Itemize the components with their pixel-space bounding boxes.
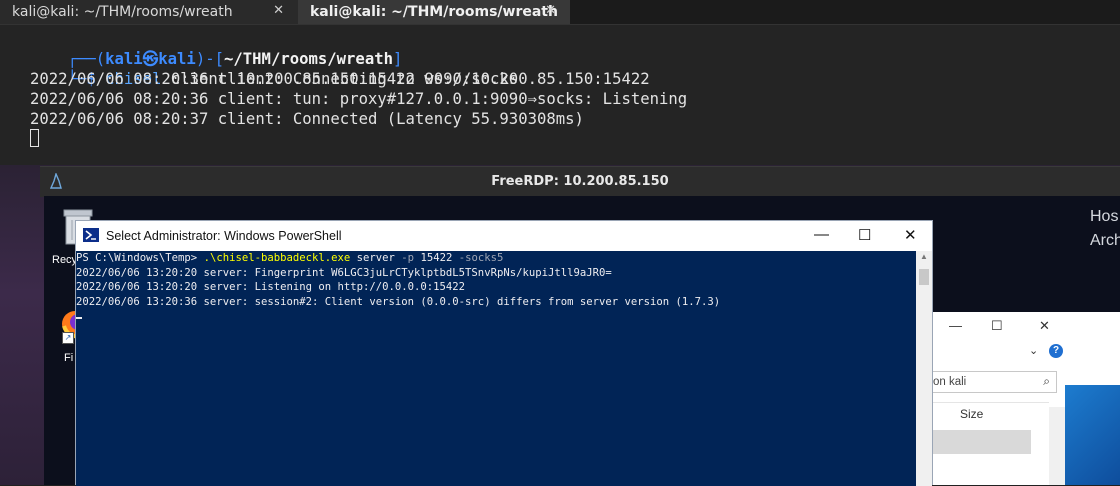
freerdp-titlebar[interactable]: FreeRDP: 10.200.85.150 [40,166,1120,197]
ps-prompt: PS C:\Windows\Temp> [76,252,204,264]
ps-output-line: 2022/06/06 13:20:20 server: Fingerprint … [76,266,612,279]
scrollbar-thumb[interactable] [919,269,929,285]
close-button[interactable]: ✕ [904,226,917,244]
scrollbar[interactable]: ▲ [916,251,932,486]
search-placeholder: on kali [933,376,967,388]
tab-terminal-1[interactable]: kali@kali: ~/THM/rooms/wreath ✕ [0,0,298,24]
output-line: 2022/06/06 08:20:37 client: Connected (L… [30,110,584,128]
windows-wallpaper-logo [1065,385,1120,485]
ps-arg: 15422 [414,252,459,264]
maximize-button[interactable]: ☐ [991,318,1003,334]
search-icon: ⌕ [1043,374,1050,388]
tab-label: kali@kali: ~/THM/rooms/wreath [12,4,233,20]
minimize-button[interactable]: — [814,226,829,243]
minimize-button[interactable]: — [949,318,962,333]
close-button[interactable]: ✕ [1039,318,1050,334]
desktop-info-text: Hos [1090,208,1119,225]
column-header-size[interactable]: Size [960,407,983,421]
ps-flag: -p [401,252,415,264]
ps-output-line: 2022/06/06 13:20:20 server: Listening on… [76,281,466,293]
ps-flag: -socks5 [458,252,504,264]
help-icon[interactable]: ? [1049,344,1063,358]
shortcut-arrow-icon: ↗ [62,332,74,344]
maximize-button[interactable]: ☐ [858,226,871,244]
close-icon[interactable]: ✕ [545,3,556,18]
divider [933,402,1049,403]
tab-label: kali@kali: ~/THM/rooms/wreath [310,4,558,20]
output-line: 2022/06/06 08:20:36 client: tun: proxy#1… [30,90,688,108]
list-item[interactable] [933,430,1031,454]
chevron-down-icon[interactable]: ⌄ [1029,344,1038,357]
scrollbar[interactable] [1049,407,1065,485]
ps-cursor [76,317,82,319]
ps-arg: server [350,252,402,264]
ps-command-line: PS C:\Windows\Temp> .\chisel-babbadeckl.… [76,251,503,266]
powershell-icon [83,228,99,242]
recycle-bin-label: Recy [52,254,78,266]
powershell-window[interactable]: Select Administrator: Windows PowerShell… [75,220,933,486]
firefox-label: Fi [64,352,74,364]
scroll-up-icon[interactable]: ▲ [920,252,928,261]
tab-terminal-2[interactable]: kali@kali: ~/THM/rooms/wreath ✕ [298,0,570,24]
desktop-info-text: Arch [1090,232,1120,249]
terminal-cursor [30,129,39,147]
ps-exe: .\chisel-babbadeckl.exe [203,252,351,264]
terminal-tab-bar: kali@kali: ~/THM/rooms/wreath ✕ kali@kal… [0,0,1120,25]
search-input[interactable]: on kali ⌕ [933,371,1057,393]
terminal-output[interactable]: ┌──(kali㉿kali)-[~/THM/rooms/wreath] └─$ … [0,25,1120,165]
output-line: 2022/06/06 08:20:36 client: Connecting t… [30,70,650,88]
freerdp-title: FreeRDP: 10.200.85.150 [491,174,669,189]
close-icon[interactable]: ✕ [273,3,284,18]
powershell-console[interactable]: PS C:\Windows\Temp> .\chisel-babbadeckl.… [76,251,916,486]
powershell-titlebar[interactable]: Select Administrator: Windows PowerShell… [76,221,932,251]
ps-output-line: 2022/06/06 13:20:36 server: session#2: C… [76,295,721,308]
powershell-title: Select Administrator: Windows PowerShell [106,229,342,243]
